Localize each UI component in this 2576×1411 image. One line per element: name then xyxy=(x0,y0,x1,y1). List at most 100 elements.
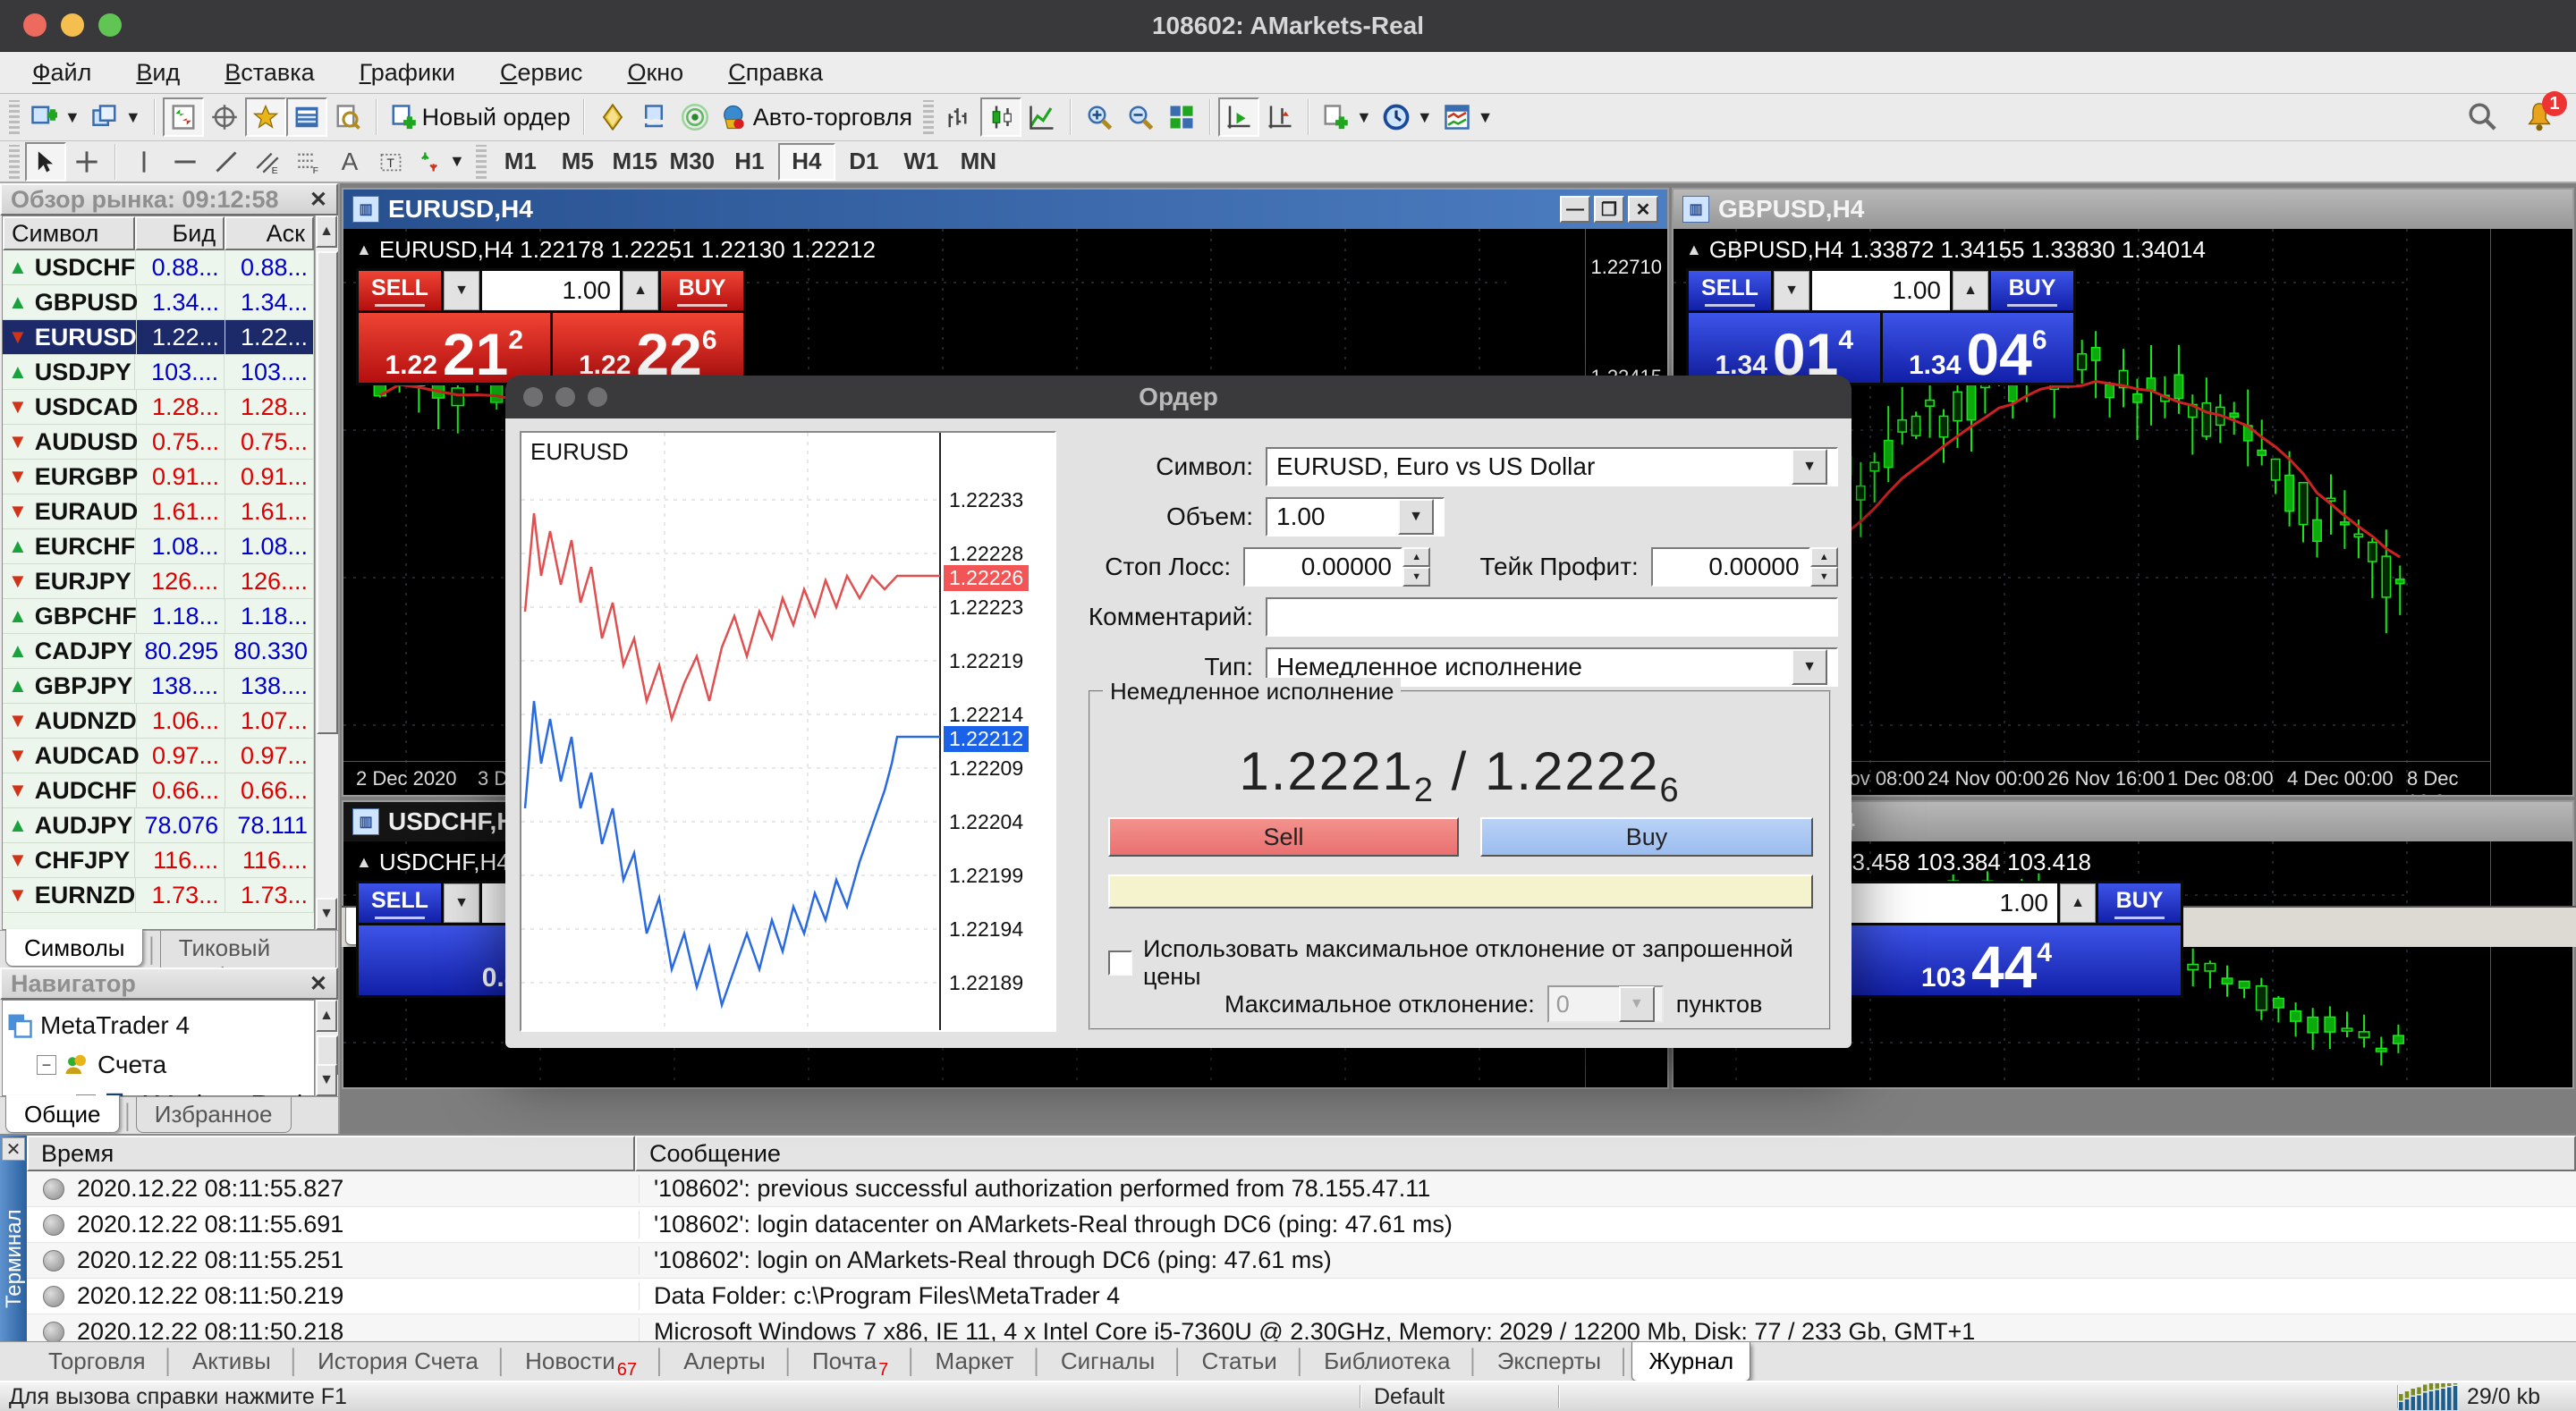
price-scale[interactable] xyxy=(2490,841,2572,1087)
toolbar-grip[interactable] xyxy=(923,100,934,134)
symbol-select[interactable]: EURUSD, Euro vs US Dollar▼ xyxy=(1266,447,1838,486)
collapse-icon[interactable]: ▲ xyxy=(356,241,372,259)
price-scale[interactable] xyxy=(2490,229,2572,795)
menu-item[interactable]: Окно xyxy=(607,55,703,90)
market-watch-row[interactable]: ▲GBPUSD 1.34... 1.34... xyxy=(3,285,314,320)
ask-price[interactable]: 1.34046 xyxy=(1883,313,2074,383)
comment-input[interactable] xyxy=(1266,597,1838,637)
text-label-tool[interactable]: T xyxy=(370,142,411,182)
toolbar-grip[interactable] xyxy=(476,145,487,179)
periods-button[interactable]: ▼ xyxy=(1377,97,1438,137)
maximize-icon[interactable] xyxy=(588,387,607,407)
order-dialog-title-bar[interactable]: Ордер xyxy=(505,376,1852,418)
buy-button[interactable]: BUY xyxy=(661,271,743,310)
market-watch-row[interactable]: ▼AUDNZD 1.06... 1.07... xyxy=(3,704,314,739)
new-order-button[interactable]: Новый ордер xyxy=(385,97,576,137)
terminal-tab[interactable]: Статьи xyxy=(1186,1342,1293,1381)
tree-item-accounts[interactable]: −Счета xyxy=(37,1045,310,1085)
terminal-tab[interactable]: Журнал xyxy=(1631,1342,1750,1381)
collapse-minus-icon[interactable]: − xyxy=(37,1055,56,1075)
timeframe-button[interactable]: H4 xyxy=(778,143,835,181)
market-watch-row[interactable]: ▲CADJPY 80.295 80.330 xyxy=(3,634,314,669)
log-row[interactable]: 2020.12.22 08:11:55.251 '108602': login … xyxy=(27,1243,2576,1279)
zoom-in-button[interactable] xyxy=(1079,97,1120,137)
timeframe-button[interactable]: M15 xyxy=(606,143,664,181)
max-deviation-select[interactable]: 0▼ xyxy=(1547,985,1664,1023)
close-icon[interactable]: ✕ xyxy=(1628,196,1658,223)
status-profile[interactable]: Default xyxy=(1361,1384,1558,1410)
restore-icon[interactable]: ❐ xyxy=(1594,196,1624,223)
signals-button[interactable] xyxy=(674,97,716,137)
volume-down-icon[interactable]: ▼ xyxy=(444,883,479,923)
chevron-down-icon[interactable]: ▼ xyxy=(1792,649,1827,685)
terminal-tab[interactable]: История Счета xyxy=(301,1342,495,1381)
market-watch-row[interactable]: ▼EURGBP 0.91... 0.91... xyxy=(3,460,314,494)
terminal-tab[interactable]: Сигналы xyxy=(1045,1342,1171,1381)
market-watch-row[interactable]: ▼AUDCAD 0.97... 0.97... xyxy=(3,739,314,773)
candlestick-chart-button[interactable] xyxy=(980,97,1021,137)
menu-item[interactable]: Графики xyxy=(340,55,475,90)
equidistant-channel-tool[interactable]: E xyxy=(247,142,288,182)
market-watch-row[interactable]: ▼AUDCHF 0.66... 0.66... xyxy=(3,773,314,808)
scroll-down-icon[interactable]: ▼ xyxy=(316,898,337,930)
column-message[interactable]: Сообщение xyxy=(635,1136,2576,1171)
cursor-tool[interactable] xyxy=(25,142,66,182)
market-watch-row[interactable]: ▼EURJPY 126.... 126.... xyxy=(3,564,314,599)
crosshair-tool[interactable] xyxy=(66,142,107,182)
market-watch-row[interactable]: ▼EURUSD 1.22... 1.22... xyxy=(3,320,314,355)
column-time[interactable]: Время xyxy=(27,1136,635,1171)
market-watch-tab[interactable]: Символы xyxy=(5,929,143,967)
volume-up-icon[interactable]: ▲ xyxy=(623,271,658,310)
chart-window-title-bar[interactable]: ▥ EURUSD,H4 — ❐ ✕ xyxy=(343,190,1667,229)
terminal-toggle[interactable] xyxy=(286,97,327,137)
close-icon[interactable]: ✕ xyxy=(2,1137,25,1161)
market-watch-row[interactable]: ▼AUDUSD 0.75... 0.75... xyxy=(3,425,314,460)
log-row[interactable]: 2020.12.22 08:11:55.691 '108602': login … xyxy=(27,1207,2576,1243)
sell-button[interactable]: Sell xyxy=(1108,817,1459,857)
toolbar-grip[interactable] xyxy=(9,145,20,179)
collapse-icon[interactable]: ▲ xyxy=(1686,241,1702,259)
volume-down-icon[interactable]: ▼ xyxy=(1774,271,1809,310)
bid-price[interactable]: 1.34014 xyxy=(1689,313,1880,383)
volume-input[interactable]: 1.00 xyxy=(1812,271,1950,310)
market-watch-row[interactable]: ▲AUDJPY 78.076 78.111 xyxy=(3,808,314,843)
menu-item[interactable]: Вид xyxy=(116,55,199,90)
experts-button[interactable] xyxy=(633,97,674,137)
timeframe-button[interactable]: M30 xyxy=(664,143,721,181)
close-icon[interactable] xyxy=(523,387,543,407)
toolbar-grip[interactable] xyxy=(9,100,20,134)
market-watch-row[interactable]: ▲GBPCHF 1.18... 1.18... xyxy=(3,599,314,634)
market-watch-toggle[interactable] xyxy=(163,97,204,137)
vertical-line-tool[interactable] xyxy=(123,142,165,182)
terminal-tab[interactable]: Алерты xyxy=(667,1342,781,1381)
tree-item-metatrader[interactable]: MetaTrader 4 xyxy=(6,1006,310,1045)
bid-price[interactable]: 1.22212 xyxy=(359,313,550,383)
column-ask[interactable]: Аск xyxy=(225,216,314,250)
market-watch-row[interactable]: ▲USDJPY 103.... 103.... xyxy=(3,355,314,390)
timeframe-button[interactable]: W1 xyxy=(893,143,950,181)
volume-select[interactable]: 1.00▼ xyxy=(1266,497,1445,537)
volume-up-icon[interactable]: ▲ xyxy=(2060,883,2096,923)
navigator-tab[interactable]: Избранное xyxy=(136,1097,292,1133)
terminal-tab[interactable]: Новости67 xyxy=(509,1342,653,1386)
column-symbol[interactable]: Символ xyxy=(3,216,135,250)
chart-shift-button[interactable] xyxy=(1259,97,1301,137)
take-profit-input[interactable]: 0.00000 xyxy=(1651,547,1810,587)
market-watch-scrollbar[interactable]: ▲ ▼ xyxy=(315,215,338,930)
indicators-button[interactable]: ▼ xyxy=(1317,97,1377,137)
auto-scroll-button[interactable] xyxy=(1218,97,1259,137)
column-bid[interactable]: Бид xyxy=(135,216,225,250)
timeframe-button[interactable]: MN xyxy=(950,143,1007,181)
stop-loss-input[interactable]: 0.00000 xyxy=(1243,547,1402,587)
scrollbar-thumb[interactable] xyxy=(317,251,338,734)
tile-windows-button[interactable] xyxy=(1161,97,1202,137)
navigator-toggle[interactable] xyxy=(245,97,286,137)
search-icon[interactable] xyxy=(2462,97,2503,136)
buy-button[interactable]: Buy xyxy=(1480,817,1813,857)
data-window-button[interactable] xyxy=(204,97,245,137)
chevron-down-icon[interactable]: ▼ xyxy=(1398,499,1434,535)
terminal-tab[interactable]: Почта7 xyxy=(796,1342,904,1386)
scroll-up-icon[interactable]: ▲ xyxy=(316,1000,337,1032)
horizontal-line-tool[interactable] xyxy=(165,142,206,182)
stop-loss-spinner[interactable]: ▲▼ xyxy=(1402,547,1430,587)
